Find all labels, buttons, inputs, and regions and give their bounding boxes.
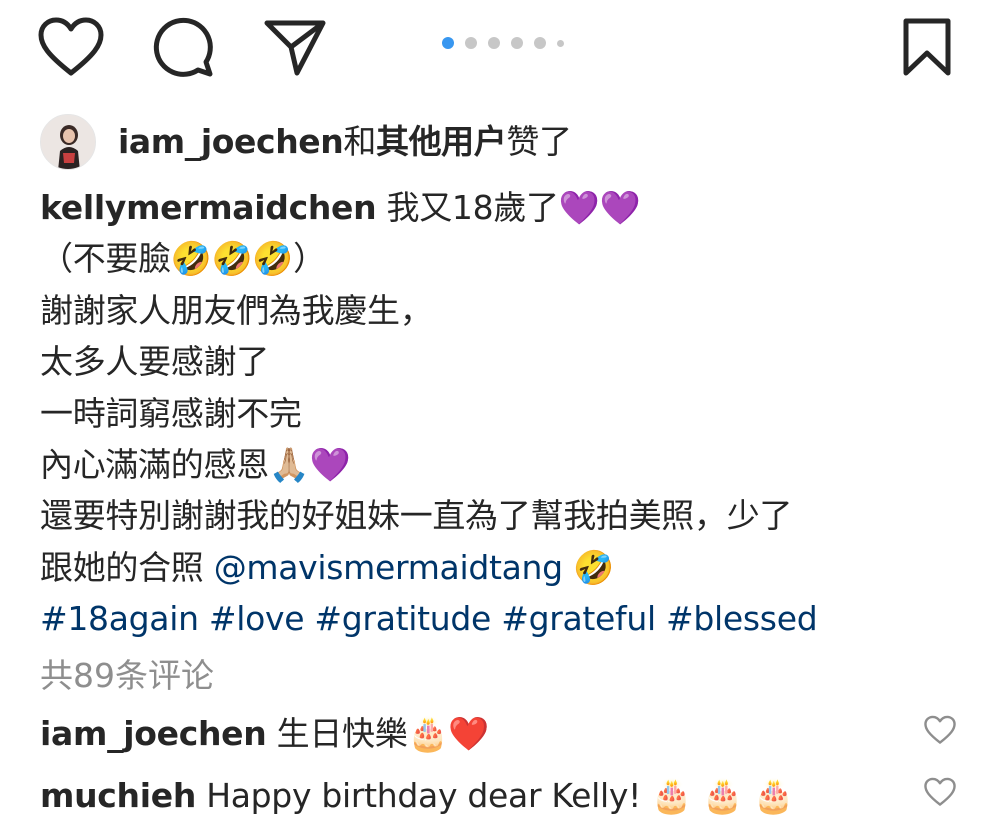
comment-username[interactable]: iam_joechen xyxy=(40,714,267,753)
mention-link[interactable]: @mavismermaidtang xyxy=(214,548,563,587)
comment-button[interactable] xyxy=(148,12,218,82)
save-button[interactable] xyxy=(892,12,962,82)
comment-username[interactable]: muchieh xyxy=(40,776,196,815)
caption-author[interactable]: kellymermaidchen xyxy=(40,188,377,227)
bookmark-icon xyxy=(902,17,952,77)
liked-by-row[interactable]: iam_joechen和其他用户赞了 xyxy=(40,114,572,170)
liked-by-connector: 和 xyxy=(343,122,376,161)
caption-line: （不要臉🤣🤣🤣） xyxy=(40,239,326,279)
comment-row: muchieh Happy birthday dear Kelly! 🎂 🎂 🎂 xyxy=(40,770,970,822)
post-action-bar xyxy=(0,0,1000,100)
caption-last-line: 跟她的合照 @mavismermaidtang 🤣 xyxy=(40,542,970,593)
caption-text: 跟她的合照 xyxy=(40,547,214,587)
avatar[interactable] xyxy=(40,114,96,170)
caption-emoji: 🤣 xyxy=(562,547,614,587)
comment-row: iam_joechen 生日快樂🎂❤️ xyxy=(40,708,970,760)
comment-text: muchieh Happy birthday dear Kelly! 🎂 🎂 🎂 xyxy=(40,770,970,822)
comment-text: iam_joechen 生日快樂🎂❤️ xyxy=(40,708,970,760)
hashtag-links[interactable]: #18again #love #gratitude #grateful #ble… xyxy=(40,593,970,644)
liked-by-others[interactable]: 其他用户 xyxy=(376,122,507,161)
comment-like-button[interactable] xyxy=(920,712,960,752)
caption-line: 謝謝家人朋友們為我慶生， xyxy=(40,290,433,330)
paper-plane-icon xyxy=(263,17,327,77)
carousel-indicator xyxy=(442,36,564,50)
liked-by-username[interactable]: iam_joechen xyxy=(118,122,344,161)
liked-by-text: iam_joechen和其他用户赞了 xyxy=(118,122,572,162)
liked-by-suffix: 赞了 xyxy=(506,122,572,161)
heart-outline-icon xyxy=(38,17,104,77)
comment-bubble-icon xyxy=(152,16,214,78)
heart-outline-icon xyxy=(924,777,956,811)
comment-like-button[interactable] xyxy=(920,774,960,814)
carousel-dot xyxy=(465,37,477,49)
heart-outline-icon xyxy=(924,715,956,749)
carousel-dot xyxy=(488,37,500,49)
comment-body: Happy birthday dear Kelly! 🎂 🎂 🎂 xyxy=(196,776,794,815)
comment-body: 生日快樂🎂❤️ xyxy=(266,714,490,753)
post-caption: kellymermaidchen 我又18歲了💜💜 （不要臉🤣🤣🤣） 謝謝家人朋友們… xyxy=(40,182,970,645)
caption-line: 一時詞窮感謝不完 xyxy=(40,393,302,433)
share-button[interactable] xyxy=(260,12,330,82)
carousel-dot xyxy=(511,37,523,49)
caption-line: 內心滿滿的感恩🙏🏼💜 xyxy=(40,445,351,485)
caption-line: 還要特別謝謝我的好姐妹一直為了幫我拍美照，少了 xyxy=(40,496,793,536)
carousel-dot xyxy=(557,39,564,47)
caption-first-line: kellymermaidchen 我又18歲了💜💜 xyxy=(40,182,970,233)
carousel-dot-active xyxy=(442,37,454,49)
like-button[interactable] xyxy=(36,12,106,82)
caption-line: 太多人要感謝了 xyxy=(40,342,269,382)
caption-text: 我又18歲了💜💜 xyxy=(376,188,641,227)
carousel-dot xyxy=(534,37,546,49)
view-all-comments-link[interactable]: 共89条评论 xyxy=(40,652,214,700)
